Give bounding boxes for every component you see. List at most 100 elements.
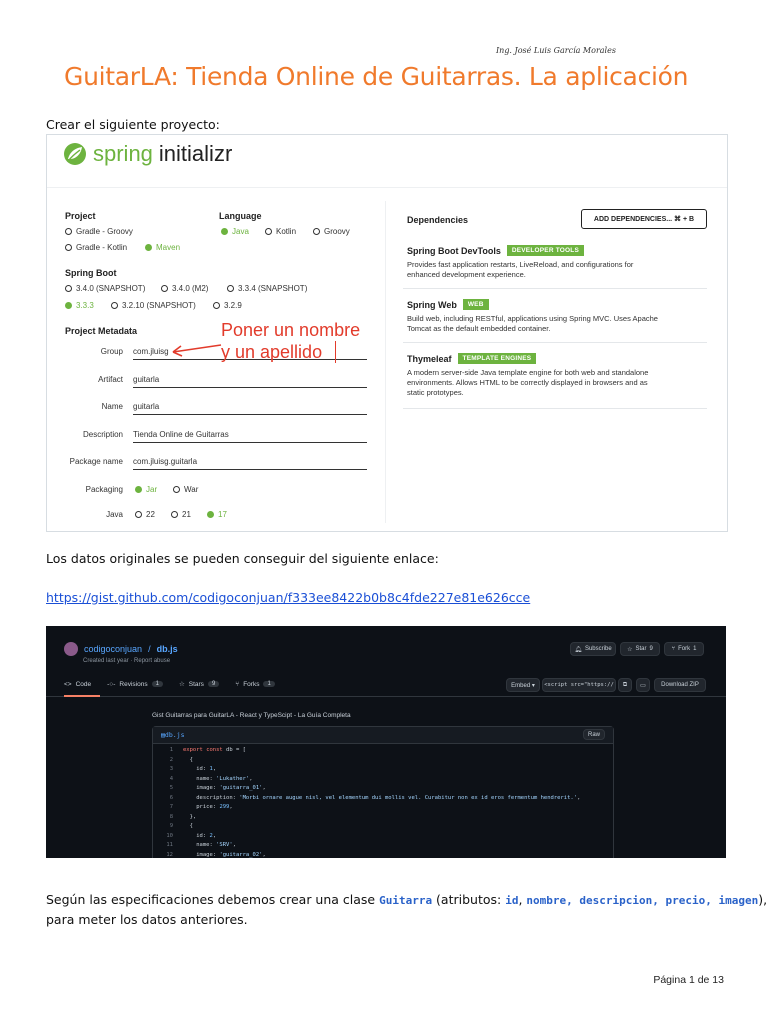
language-option[interactable]: Java	[221, 227, 249, 236]
packaging-option[interactable]: Jar	[135, 485, 157, 494]
java-option[interactable]: 17	[207, 510, 227, 519]
packaging-label: Packaging	[85, 485, 123, 494]
add-dependencies-button[interactable]: ADD DEPENDENCIES... ⌘ + B	[581, 209, 707, 229]
project-label: Project	[65, 211, 96, 221]
spring-boot-label: Spring Boot	[65, 268, 117, 278]
dependencies-label: Dependencies	[407, 215, 469, 225]
boot-option[interactable]: 3.4.0 (SNAPSHOT)	[65, 284, 145, 293]
dependency-item[interactable]: Spring Boot DevTools DEVELOPER TOOLS	[407, 245, 585, 256]
fork-button[interactable]: ⑂ Fork 1	[664, 642, 704, 656]
project-option[interactable]: Gradle - Kotlin	[65, 243, 127, 252]
code-line: 1 export const db = [	[169, 747, 246, 753]
gist-description: Gist Guitarras para GuitarLA - React y T…	[152, 712, 351, 719]
dependency-description: Build web, including RESTful, applicatio…	[407, 314, 658, 333]
header-divider	[47, 187, 727, 188]
gist-created: Created last year · Report abuse	[83, 658, 171, 664]
embed-code-input[interactable]: <script src="https://	[542, 678, 616, 692]
boot-option[interactable]: 3.3.4 (SNAPSHOT)	[227, 284, 307, 293]
radio-icon	[313, 228, 320, 235]
dependency-description: A modern server-side Java template engin…	[407, 368, 649, 397]
gist-owner[interactable]: codigoconjuan / db.js	[64, 642, 178, 656]
radio-icon	[265, 228, 272, 235]
radio-icon	[65, 244, 72, 251]
star-icon: ☆	[627, 646, 633, 653]
avatar	[64, 642, 78, 656]
boot-option[interactable]: 3.2.9	[213, 301, 242, 310]
star-button[interactable]: ☆ Star 9	[620, 642, 660, 656]
attribute-id: id	[505, 894, 519, 907]
tab-code[interactable]: <> Code	[64, 680, 91, 688]
code-line: 10 id: 2,	[166, 832, 217, 839]
raw-button[interactable]: Raw	[583, 729, 605, 740]
gist-tabs: <> Code -○- Revisions 1 ☆ Stars 9 ⑂ Forks 1	[64, 680, 275, 688]
boot-option[interactable]: 3.4.0 (M2)	[161, 284, 208, 293]
column-divider	[385, 201, 386, 523]
code-line: 7 price: 299,	[169, 804, 233, 810]
code-file: ▤db.js Raw 1 export const db = [ 2 { 3 id: …	[152, 726, 614, 858]
code-line: 3 id: 1,	[169, 766, 217, 772]
radio-icon	[65, 285, 72, 292]
tab-revisions[interactable]: -○- Revisions 1	[107, 680, 163, 688]
dependency-divider	[403, 408, 707, 409]
language-option[interactable]: Groovy	[313, 227, 350, 236]
packaging-option[interactable]: War	[173, 485, 198, 494]
embed-dropdown[interactable]: Embed ▾	[506, 678, 540, 692]
name-label: Name	[101, 402, 123, 411]
download-zip-button[interactable]: Download ZIP	[654, 678, 706, 692]
radio-icon	[135, 511, 142, 518]
package-name-label: Package name	[69, 457, 123, 466]
radio-icon	[171, 511, 178, 518]
annotation-note: Poner un nombre y un apellido	[221, 319, 360, 363]
intro-text: Crear el siguiente proyecto:	[46, 117, 220, 132]
artifact-input[interactable]: guitarla	[133, 375, 367, 388]
file-name: ▤db.js	[161, 731, 185, 739]
radio-icon	[161, 285, 168, 292]
spring-initializr-screenshot: spring initializr Project Gradle - Groov…	[46, 134, 728, 532]
dependency-item[interactable]: Spring Web WEB	[407, 299, 489, 310]
name-input[interactable]: guitarla	[133, 402, 367, 415]
spring-brand: spring	[93, 141, 153, 166]
spring-leaf-icon	[64, 143, 86, 165]
revisions-icon: -○-	[107, 680, 116, 688]
code-line: 4 name: 'Lukather',	[169, 775, 253, 782]
tab-forks[interactable]: ⑂ Forks 1	[235, 680, 275, 688]
desktop-icon: ▭	[640, 682, 646, 689]
subscribe-button[interactable]: 🔔︎ Subscribe	[570, 642, 616, 656]
gist-link[interactable]: https://gist.github.com/codigoconjuan/f3…	[46, 590, 530, 605]
bell-icon: 🔔︎	[574, 646, 582, 653]
page-number: Página 1 de 13	[653, 974, 724, 986]
project-option[interactable]: Gradle - Groovy	[65, 227, 133, 236]
code-line: 12 image: 'guitarra_02',	[166, 851, 266, 858]
java-option[interactable]: 21	[171, 510, 191, 519]
radio-icon	[213, 302, 220, 309]
radio-selected-icon	[65, 302, 72, 309]
radio-icon	[65, 228, 72, 235]
desktop-button[interactable]: ▭	[636, 678, 650, 692]
dependency-tag: DEVELOPER TOOLS	[506, 245, 585, 256]
java-option[interactable]: 22	[135, 510, 155, 519]
code-line: 2 {	[169, 756, 193, 763]
attribute-list: nombre, descripcion, precio, imagen	[526, 894, 759, 907]
file-header: ▤db.js Raw	[153, 727, 613, 744]
boot-option[interactable]: 3.2.10 (SNAPSHOT)	[111, 301, 196, 310]
code-line: 8 },	[169, 813, 197, 820]
dependency-item[interactable]: Thymeleaf TEMPLATE ENGINES	[407, 353, 537, 364]
project-option[interactable]: Maven	[145, 243, 180, 252]
fork-icon: ⑂	[235, 680, 240, 688]
annotation-line: Poner un nombre	[221, 320, 361, 340]
text-cursor	[335, 341, 336, 363]
description-input[interactable]: Tienda Online de Guitarras	[133, 430, 367, 443]
copy-button[interactable]: ⧉	[618, 678, 632, 692]
description-label: Description	[82, 430, 123, 439]
tab-stars[interactable]: ☆ Stars 9	[179, 680, 220, 688]
class-name: Guitarra	[379, 894, 433, 907]
package-name-input[interactable]: com.jluisg.guitarla	[133, 457, 367, 470]
boot-option[interactable]: 3.3.3	[65, 301, 94, 310]
code-line: 6 description: 'Morbi ornare augue nisl,…	[169, 794, 581, 801]
radio-icon	[111, 302, 118, 309]
dependency-tag: WEB	[462, 299, 489, 310]
group-label: Group	[100, 347, 123, 356]
dependency-tag: TEMPLATE ENGINES	[457, 353, 537, 364]
annotation-line: y un apellido	[221, 342, 323, 362]
language-option[interactable]: Kotlin	[265, 227, 296, 236]
